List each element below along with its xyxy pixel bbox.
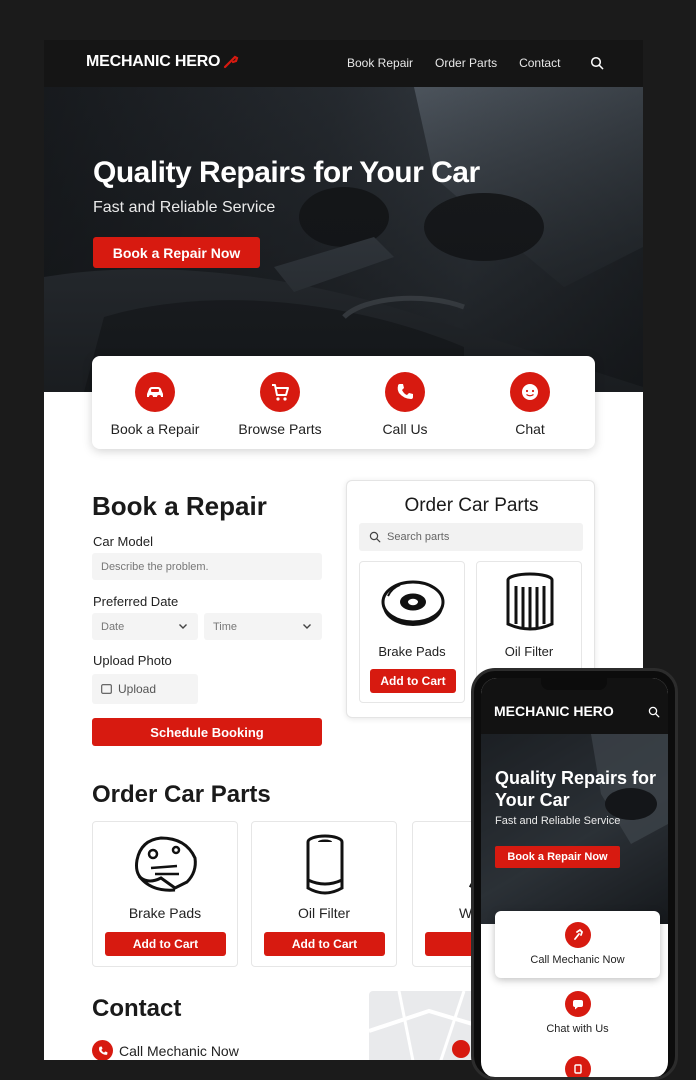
add-to-cart-button[interactable]: Add to Cart — [105, 932, 226, 956]
phone-hero: Quality Repairs for Your Car Fast and Re… — [481, 734, 668, 924]
call-circle — [92, 1040, 113, 1060]
search-icon[interactable] — [648, 706, 660, 718]
quick-action-label: Browse Parts — [238, 421, 322, 437]
phone-mockup: MECHANIC HERO Quality Repairs for Your C… — [471, 668, 678, 1080]
quick-action-browse-parts[interactable]: Browse Parts — [220, 372, 340, 437]
panel-part-card: Brake Pads Add to Cart — [359, 561, 465, 703]
hero-subtitle: Fast and Reliable Service — [93, 199, 276, 216]
chat-icon — [522, 384, 538, 400]
nav-links: Book Repair Order Parts Contact — [347, 56, 560, 70]
quick-action-chat[interactable]: Chat — [470, 372, 590, 437]
date-placeholder: Date — [101, 620, 125, 633]
time-select[interactable]: Time — [204, 613, 322, 640]
top-nav: MECHANIC HERO Book Repair Order Parts Co… — [44, 40, 643, 87]
phone-chat-item[interactable]: Chat with Us — [495, 991, 660, 1035]
add-to-cart-button[interactable]: Add to Cart — [370, 669, 456, 693]
hero-title: Quality Repairs for Your Car — [93, 156, 480, 189]
quick-action-label: Book a Repair — [110, 421, 200, 437]
oil-filter-icon — [306, 834, 344, 895]
order-panel-title: Order Car Parts — [404, 495, 539, 516]
car-model-label: Car Model — [93, 534, 153, 549]
contact-heading: Contact — [92, 995, 182, 1022]
document-icon — [573, 1064, 582, 1074]
part-name: Oil Filter — [297, 905, 351, 921]
phone-chat-label: Chat with Us — [546, 1023, 609, 1035]
phone-call-label: Call Mechanic Now — [530, 954, 625, 966]
upload-label: Upload — [118, 682, 157, 696]
phone-call-card[interactable]: Call Mechanic Now — [495, 911, 660, 978]
wrench-icon — [573, 928, 583, 940]
phone-call-circle — [564, 922, 591, 948]
phone-book-repair-button[interactable]: Book a Repair Now — [495, 846, 620, 868]
order-parts-heading: Order Car Parts — [92, 781, 271, 808]
phone-more-item[interactable] — [495, 1056, 660, 1077]
oil-filter-icon — [506, 572, 554, 631]
nav-order-parts[interactable]: Order Parts — [435, 56, 497, 70]
phone-hero-title: Quality Repairs for Your Car — [495, 768, 657, 810]
nav-book-repair[interactable]: Book Repair — [347, 56, 413, 70]
phone-hero-subtitle: Fast and Reliable Service — [495, 815, 621, 827]
phone-chat-circle — [564, 991, 591, 1017]
image-icon — [101, 684, 112, 694]
phone-brand[interactable]: MECHANIC HERO — [494, 703, 614, 719]
part-card-brake-pads: Brake Pads Add to Cart — [92, 821, 238, 967]
book-repair-now-button[interactable]: Book a Repair Now — [93, 237, 260, 268]
phone-hero-photo — [481, 734, 668, 924]
call-mechanic-link[interactable]: Call Mechanic Now — [92, 1040, 239, 1060]
schedule-booking-button[interactable]: Schedule Booking — [92, 718, 322, 746]
quick-action-circle — [260, 372, 300, 412]
brand-name: MECHANIC HERO — [86, 53, 221, 70]
part-name: Brake Pads — [128, 905, 202, 921]
preferred-date-label: Preferred Date — [93, 594, 179, 609]
chevron-down-icon — [303, 624, 311, 629]
wrench-icon — [224, 55, 239, 69]
quick-action-call-us[interactable]: Call Us — [345, 372, 465, 437]
add-to-cart-button[interactable]: Add to Cart — [264, 932, 385, 956]
parts-search-placeholder: Search parts — [387, 531, 450, 543]
part-name: Oil Filter — [504, 644, 554, 659]
quick-action-circle — [385, 372, 425, 412]
car-model-placeholder: Describe the problem. — [101, 560, 209, 573]
brake-pads-icon — [135, 836, 197, 892]
parts-search-input[interactable]: Search parts — [359, 523, 583, 551]
car-model-input[interactable]: Describe the problem. — [92, 553, 322, 580]
brand-logo[interactable]: MECHANIC HERO — [86, 53, 239, 71]
upload-button[interactable]: Upload — [92, 674, 198, 704]
chat-icon — [572, 1000, 583, 1010]
cart-icon — [272, 384, 289, 401]
phone-icon — [397, 384, 413, 399]
phone-icon — [98, 1046, 107, 1055]
quick-action-circle — [510, 372, 550, 412]
phone-notch — [541, 678, 607, 690]
brake-disc-icon — [381, 580, 445, 626]
map[interactable] — [369, 991, 479, 1060]
part-name: Brake Pads — [378, 644, 446, 659]
part-card-oil-filter: Oil Filter Add to Cart — [251, 821, 397, 967]
search-icon — [369, 531, 381, 543]
nav-contact[interactable]: Contact — [519, 56, 560, 70]
hero-banner: Quality Repairs for Your Car Fast and Re… — [44, 87, 643, 392]
book-repair-heading: Book a Repair — [92, 491, 267, 521]
quick-actions-card: Book a Repair Browse Parts Call Us Chat — [92, 356, 595, 449]
time-placeholder: Time — [213, 620, 238, 633]
date-select[interactable]: Date — [92, 613, 198, 640]
quick-action-book-repair[interactable]: Book a Repair — [95, 372, 215, 437]
car-icon — [147, 387, 163, 399]
quick-action-circle — [135, 372, 175, 412]
chevron-down-icon — [179, 624, 187, 629]
quick-action-label: Chat — [515, 421, 545, 437]
phone-more-circle — [564, 1056, 591, 1077]
quick-action-label: Call Us — [382, 421, 428, 437]
search-icon[interactable] — [590, 56, 604, 70]
upload-photo-label: Upload Photo — [93, 653, 172, 668]
phone-screen: MECHANIC HERO Quality Repairs for Your C… — [481, 678, 668, 1077]
map-pin-icon — [452, 1040, 470, 1058]
map-roads — [369, 991, 479, 1060]
call-mechanic-label: Call Mechanic Now — [119, 1042, 239, 1059]
